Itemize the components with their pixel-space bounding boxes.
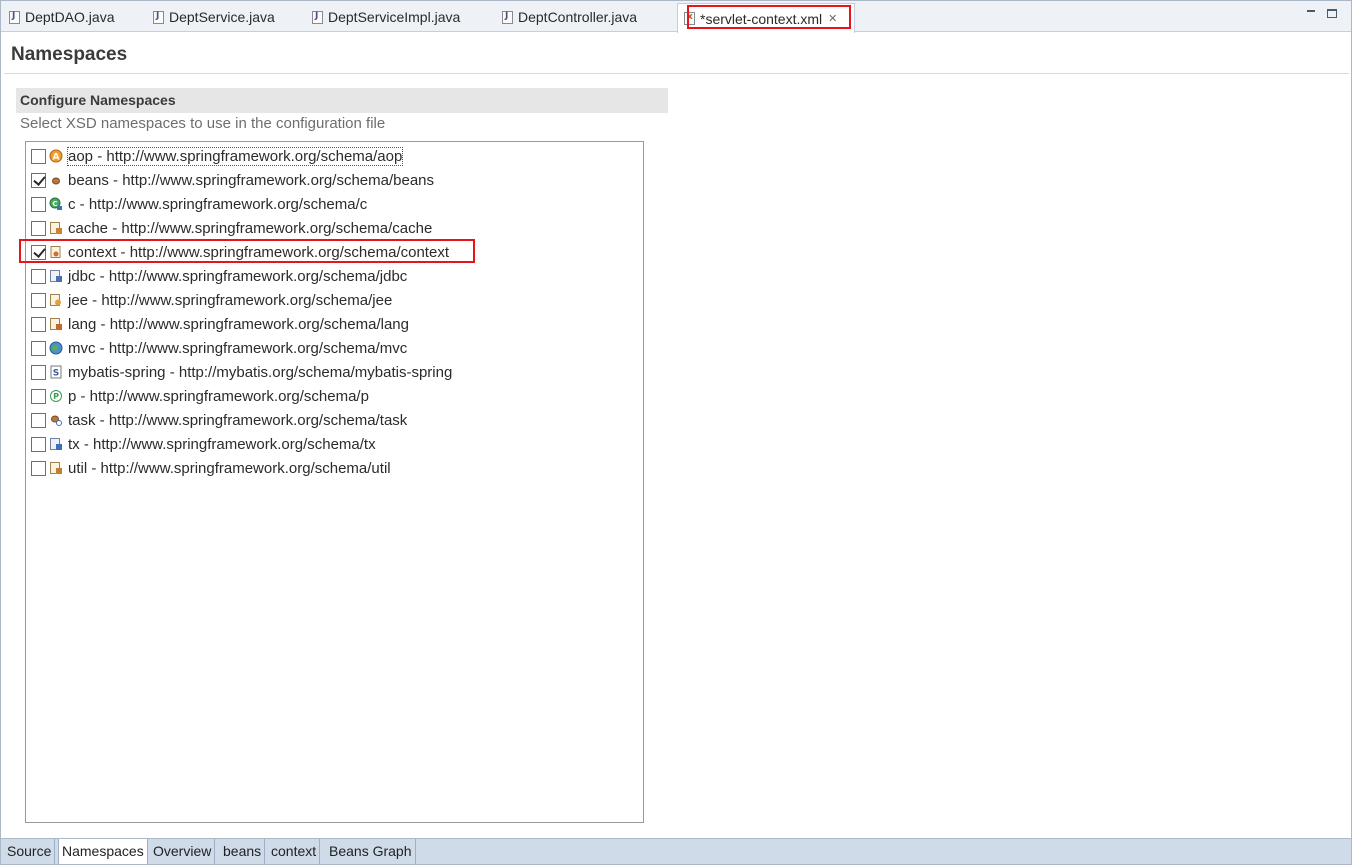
- namespace-checkbox[interactable]: [31, 196, 46, 212]
- namespace-row-aop[interactable]: A aop - http://www.springframework.org/s…: [31, 144, 404, 168]
- namespace-checkbox[interactable]: [31, 148, 46, 164]
- tab-deptserviceimpl[interactable]: DeptServiceImpl.java: [306, 3, 460, 31]
- svg-text:C: C: [52, 200, 57, 208]
- page-tab-bar: Source Namespaces Overview beans context…: [1, 838, 1351, 864]
- task-icon: [51, 415, 62, 426]
- namespace-label: context - http://www.springframework.org…: [68, 243, 449, 261]
- tab-label: DeptController.java: [518, 9, 638, 25]
- namespace-checkbox[interactable]: [31, 460, 46, 476]
- close-icon[interactable]: ✕: [828, 12, 837, 25]
- tab-deptdao[interactable]: DeptDAO.java: [3, 3, 114, 31]
- tx-icon: [50, 438, 62, 450]
- java-file-icon: [153, 10, 164, 24]
- namespace-label: task - http://www.springframework.org/sc…: [68, 411, 408, 429]
- namespace-label: tx - http://www.springframework.org/sche…: [68, 435, 376, 453]
- jdbc-icon: [50, 270, 62, 282]
- namespace-row-util[interactable]: util - http://www.springframework.org/sc…: [31, 456, 391, 480]
- namespace-label: aop - http://www.springframework.org/sch…: [66, 146, 404, 166]
- section-description: Select XSD namespaces to use in the conf…: [20, 115, 386, 132]
- minimize-icon[interactable]: [1306, 7, 1317, 18]
- java-file-icon: [9, 10, 20, 24]
- bean-icon: [52, 177, 60, 185]
- svg-text:A: A: [53, 153, 60, 163]
- mvc-icon: [49, 341, 63, 355]
- editor-window: DeptDAO.java DeptService.java DeptServic…: [0, 0, 1352, 865]
- namespace-checkbox[interactable]: [31, 220, 46, 236]
- editor-tab-bar: DeptDAO.java DeptService.java DeptServic…: [1, 1, 1351, 33]
- namespace-row-p[interactable]: P p - http://www.springframework.org/sch…: [31, 384, 369, 408]
- svg-text:S: S: [53, 369, 59, 379]
- context-icon: [50, 246, 61, 258]
- namespace-row-mvc[interactable]: mvc - http://www.springframework.org/sch…: [31, 336, 407, 360]
- namespace-label: beans - http://www.springframework.org/s…: [68, 171, 434, 189]
- namespace-checkbox[interactable]: [31, 412, 46, 428]
- namespace-row-beans[interactable]: beans - http://www.springframework.org/s…: [31, 168, 434, 192]
- tab-label: DeptService.java: [169, 9, 275, 25]
- namespace-label: jee - http://www.springframework.org/sch…: [68, 291, 393, 309]
- maximize-icon[interactable]: [1327, 9, 1337, 18]
- namespace-row-jdbc[interactable]: jdbc - http://www.springframework.org/sc…: [31, 264, 407, 288]
- namespace-label: mybatis-spring - http://mybatis.org/sche…: [68, 363, 453, 381]
- java-file-icon: [312, 10, 323, 24]
- namespace-label: c - http://www.springframework.org/schem…: [68, 195, 368, 213]
- namespace-checkbox[interactable]: [31, 292, 46, 308]
- namespace-row-task[interactable]: task - http://www.springframework.org/sc…: [31, 408, 407, 432]
- namespace-label: p - http://www.springframework.org/schem…: [68, 387, 369, 405]
- namespace-list: A aop - http://www.springframework.org/s…: [25, 141, 644, 823]
- c-namespace-icon: C: [49, 197, 62, 210]
- page-tab-beans-graph[interactable]: Beans Graph: [326, 839, 416, 864]
- section-title: Configure Namespaces: [16, 88, 668, 113]
- aop-icon: A: [49, 149, 63, 163]
- xml-file-icon: [684, 12, 695, 25]
- cache-icon: [50, 222, 62, 234]
- namespace-checkbox[interactable]: [31, 436, 46, 452]
- namespace-checkbox[interactable]: [31, 364, 46, 380]
- page-tab-beans[interactable]: beans: [220, 839, 266, 864]
- tab-label: DeptServiceImpl.java: [328, 9, 461, 25]
- divider: [4, 73, 1349, 74]
- tab-label: *servlet-context.xml: [700, 10, 823, 27]
- page-tab-namespaces[interactable]: Namespaces: [58, 839, 148, 864]
- tab-servlet-context[interactable]: *servlet-context.xml ✕: [677, 3, 855, 33]
- namespace-label: jdbc - http://www.springframework.org/sc…: [68, 267, 408, 285]
- page-title: Namespaces: [11, 44, 128, 65]
- p-namespace-icon: P: [50, 390, 62, 402]
- namespace-checkbox[interactable]: [31, 244, 46, 260]
- namespace-checkbox[interactable]: [31, 316, 46, 332]
- namespace-label: cache - http://www.springframework.org/s…: [68, 219, 433, 237]
- namespace-checkbox[interactable]: [31, 388, 46, 404]
- jee-icon: [50, 294, 61, 306]
- namespace-row-cache[interactable]: cache - http://www.springframework.org/s…: [31, 216, 432, 240]
- namespace-row-context[interactable]: context - http://www.springframework.org…: [31, 240, 449, 264]
- tab-label: DeptDAO.java: [25, 9, 115, 25]
- namespace-checkbox[interactable]: [31, 172, 46, 188]
- page-tab-context[interactable]: context: [268, 839, 321, 864]
- page-tab-source[interactable]: Source: [4, 839, 56, 864]
- namespace-row-tx[interactable]: tx - http://www.springframework.org/sche…: [31, 432, 376, 456]
- namespace-checkbox[interactable]: [31, 340, 46, 356]
- namespace-row-mybatis-spring[interactable]: S mybatis-spring - http://mybatis.org/sc…: [31, 360, 452, 384]
- svg-text:P: P: [53, 392, 59, 401]
- mybatis-icon: S: [50, 365, 62, 379]
- namespace-label: util - http://www.springframework.org/sc…: [68, 459, 391, 477]
- tab-deptservice[interactable]: DeptService.java: [147, 3, 275, 31]
- namespace-label: lang - http://www.springframework.org/sc…: [68, 315, 409, 333]
- lang-icon: [50, 318, 62, 330]
- namespace-row-c[interactable]: C c - http://www.springframework.org/sch…: [31, 192, 367, 216]
- namespace-row-lang[interactable]: lang - http://www.springframework.org/sc…: [31, 312, 409, 336]
- namespace-label: mvc - http://www.springframework.org/sch…: [68, 339, 408, 357]
- tab-deptcontroller[interactable]: DeptController.java: [496, 3, 637, 31]
- page-tab-overview[interactable]: Overview: [150, 839, 216, 864]
- util-icon: [50, 462, 62, 474]
- namespace-checkbox[interactable]: [31, 268, 46, 284]
- namespace-row-jee[interactable]: jee - http://www.springframework.org/sch…: [31, 288, 392, 312]
- java-file-icon: [502, 10, 513, 24]
